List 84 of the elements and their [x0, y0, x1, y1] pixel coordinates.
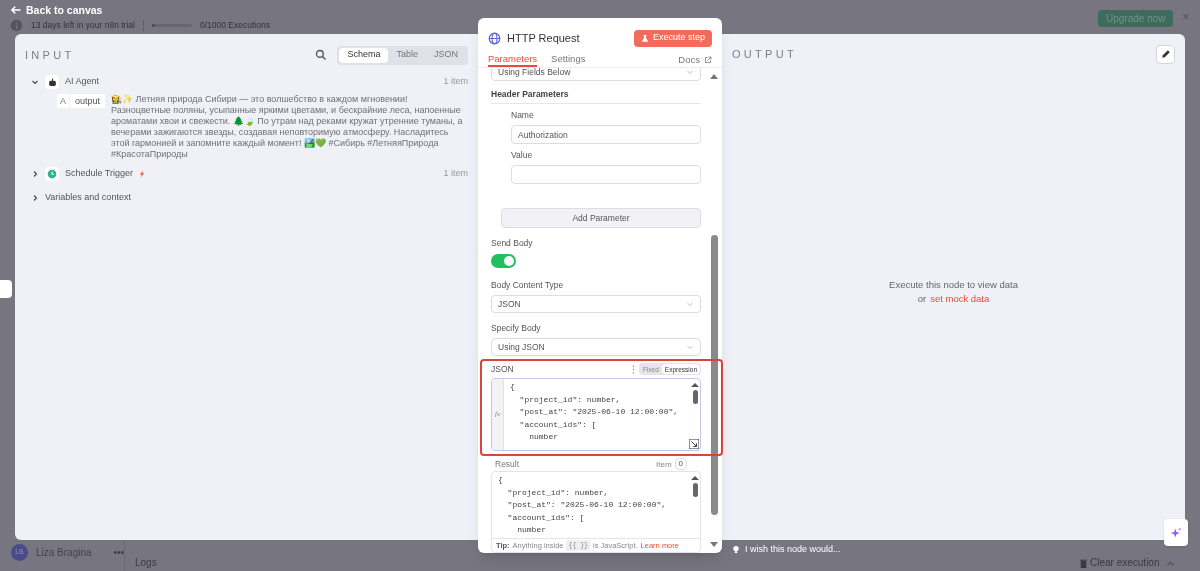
code-line: "project_id": number,	[506, 486, 610, 499]
field-key: output	[70, 94, 106, 108]
robot-icon	[47, 77, 57, 87]
logs-label: Logs	[135, 557, 157, 569]
field-label: Specify Body	[491, 323, 542, 334]
search-icon	[315, 49, 328, 61]
text-input[interactable]	[511, 165, 701, 184]
scroll-arrow[interactable]	[691, 476, 699, 480]
field-label: Name	[511, 110, 535, 121]
info-icon	[10, 19, 23, 32]
field-label: Result	[495, 458, 520, 470]
code-line: {	[510, 381, 516, 393]
field-label: JSON	[491, 363, 515, 375]
code-line: "project_id": number,	[518, 393, 622, 406]
section-heading: Header Parameters	[491, 89, 701, 104]
empty-message: Execute this node to view data	[889, 277, 1018, 292]
item-count: 1 item	[443, 167, 468, 181]
scroll-arrow[interactable]	[691, 383, 699, 387]
chevron-down-icon	[686, 343, 694, 351]
back-link[interactable]: Back to canvas	[10, 3, 103, 17]
globe-icon	[488, 31, 501, 45]
scrollbar-thumb[interactable]	[692, 390, 698, 404]
item-number: 0	[674, 458, 687, 470]
scroll-arrow[interactable]	[710, 542, 718, 547]
add-parameter-button[interactable]: Add Parameter	[501, 208, 701, 228]
chevron-up-icon	[1166, 560, 1175, 567]
code-line: "post_at": "2025-06-10 12:00:00",	[506, 499, 668, 511]
field-label: Value	[511, 150, 534, 161]
field-label: Item	[656, 458, 672, 470]
scroll-arrow[interactable]	[710, 74, 718, 79]
sparkle-icon	[1170, 526, 1182, 539]
node-title: HTTP Request	[507, 30, 581, 46]
code-line: "post_at": "2025-06-10 12:00:00",	[518, 406, 680, 418]
field-value: 👩‍🌾✨ Летняя природа Сибири — это волшебство в каждом мгновении! Разноцветные поляны, усыпанные яркими цветами, и бескрайние леса, напоенные ароматами хвои и свежести. 🌲🍃 По утрам над реками кружат утренние туманы, а вечерами зажигаются звезды, создавая неповторимую атмосферу. Насладитесь этой гармонией и запомните каждый момент! 🏞💚 #Сибирь #ЛетняяПрирода #КрасотаПрироды	[111, 94, 464, 160]
arrow-left-icon	[10, 4, 22, 16]
lightning-icon	[139, 169, 147, 179]
section-label: Variables and context	[45, 191, 131, 205]
node-name: AI Agent	[65, 75, 100, 89]
feedback-prompt[interactable]: I wish this node would...	[745, 543, 841, 557]
text-input[interactable]: Authorization	[511, 125, 701, 144]
clock-icon	[47, 169, 57, 179]
node-name: Schedule Trigger	[65, 167, 134, 181]
chevron-right-icon	[31, 194, 39, 202]
chevron-down-icon	[686, 300, 694, 308]
external-link-icon	[704, 55, 712, 64]
select-field[interactable]: Using JSON	[491, 338, 701, 356]
assistant-button[interactable]	[1164, 519, 1188, 546]
code-editor[interactable]: { "project_id": number, "post_at": "2025-06-10 12:00:00", "account_ids": [ number	[492, 472, 700, 538]
pencil-icon	[1160, 49, 1171, 59]
trash-icon	[1080, 558, 1087, 568]
clear-execution-button[interactable]: Clear execution	[1080, 557, 1160, 569]
tab[interactable]: Settings	[551, 53, 586, 67]
side-tab[interactable]	[0, 280, 12, 298]
resize-icon	[689, 439, 699, 449]
field-label: Body Content Type	[491, 280, 565, 291]
edit-button[interactable]	[1156, 44, 1175, 64]
lightbulb-icon	[733, 545, 739, 555]
code-line: number	[528, 431, 559, 443]
toggle-switch[interactable]	[491, 254, 516, 268]
docs-link[interactable]: Docs	[678, 54, 712, 67]
panel-title: INPUT	[25, 47, 76, 63]
code-line: "account_ids": [	[518, 418, 598, 431]
item-count: 1 item	[443, 75, 468, 89]
view-tab[interactable]: Table	[388, 47, 426, 63]
scrollbar-thumb[interactable]	[710, 235, 718, 515]
panel-title: OUTPUT	[732, 46, 799, 62]
select-field[interactable]: Using Fields Below	[491, 68, 701, 81]
scrollbar-thumb[interactable]	[692, 483, 698, 497]
code-line: number	[516, 524, 547, 536]
type-badge: A	[57, 94, 69, 108]
select-field[interactable]: JSON	[491, 295, 701, 313]
execute-button[interactable]: Execute step	[633, 29, 712, 47]
chevron-down-icon	[686, 68, 694, 76]
view-tab[interactable]: JSON	[426, 47, 466, 63]
more-options-icon	[631, 364, 635, 374]
code-line: {	[498, 474, 504, 486]
empty-message: or	[917, 292, 927, 306]
executions-count: 0/1000 Executions	[199, 20, 270, 31]
view-tab[interactable]: Schema	[339, 47, 389, 63]
flask-icon	[640, 33, 649, 43]
more-button[interactable]: •••	[113, 545, 125, 560]
field-label: Send Body	[491, 238, 534, 249]
code-line: "account_ids": [	[506, 511, 586, 524]
mock-data-link[interactable]: set mock data	[930, 292, 990, 307]
